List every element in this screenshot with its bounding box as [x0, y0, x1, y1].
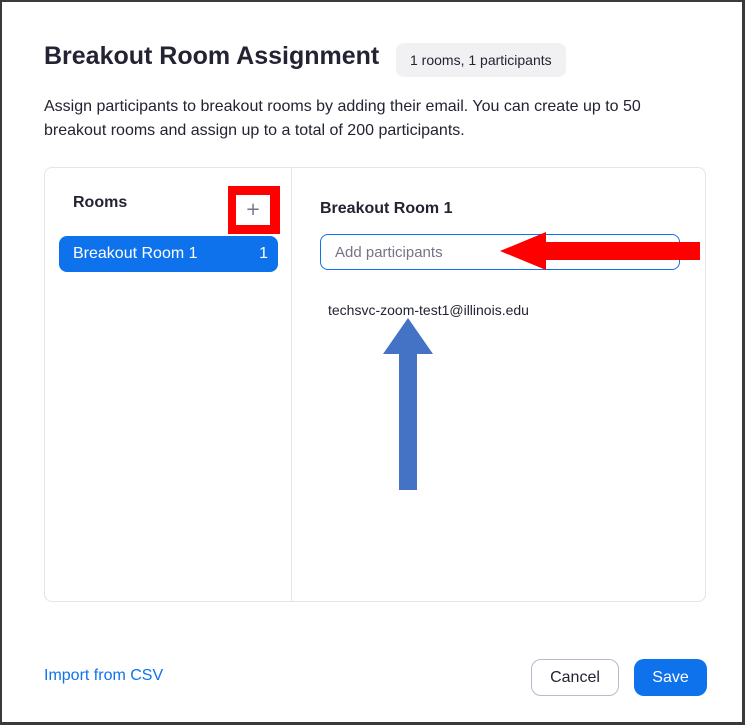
dialog-description: Assign participants to breakout rooms by…: [44, 98, 641, 139]
rooms-list-column: Rooms + Breakout Room 1 1: [45, 168, 292, 601]
add-participants-input[interactable]: [320, 234, 680, 270]
breakout-room-dialog: Breakout Room Assignment 1 rooms, 1 part…: [2, 2, 742, 722]
room-list-item[interactable]: Breakout Room 1 1: [59, 236, 278, 272]
room-participant-count-badge: 1 rooms, 1 participants: [396, 43, 566, 77]
rooms-header: Rooms: [73, 194, 128, 211]
import-from-csv-link[interactable]: Import from CSV: [44, 667, 163, 685]
room-item-count: 1: [259, 245, 268, 262]
add-room-annotation-box: +: [228, 186, 280, 234]
add-room-button[interactable]: +: [236, 195, 270, 225]
dialog-title: Breakout Room Assignment: [44, 42, 380, 70]
room-item-label: Breakout Room 1: [73, 245, 198, 262]
save-button[interactable]: Save: [634, 659, 707, 696]
participant-email: techsvc-zoom-test1@illinois.edu: [328, 302, 529, 318]
room-detail-column: Breakout Room 1 techsvc-zoom-test1@illin…: [292, 168, 705, 601]
cancel-button[interactable]: Cancel: [531, 659, 619, 696]
selected-room-title: Breakout Room 1: [320, 200, 453, 217]
assignment-panel: Rooms + Breakout Room 1 1 Breakout Room …: [44, 167, 706, 602]
